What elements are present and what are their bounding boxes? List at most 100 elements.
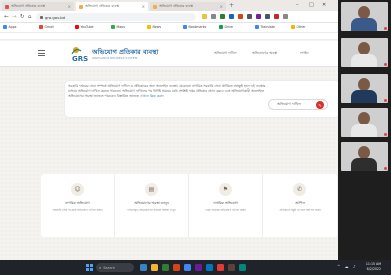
video-call-panel (338, 0, 391, 260)
taskbar-app-icon[interactable] (239, 264, 246, 271)
top-strip (0, 33, 338, 40)
maximize-button[interactable]: □ (309, 1, 314, 9)
extension-icon[interactable] (211, 14, 216, 19)
complaint-icon: ✎ (316, 101, 324, 109)
back-button[interactable]: ← (4, 13, 9, 21)
bookmark-item[interactable]: News (147, 25, 161, 29)
taskbar-app-icon[interactable] (195, 264, 202, 271)
bookmark-label: Apps (8, 25, 17, 29)
extension-icon[interactable] (247, 14, 252, 19)
lock-icon (40, 15, 43, 19)
browser-window: অভিযোগ প্রতিকার ব্যবস্থা × অভিযোগ প্রতিক… (0, 0, 338, 260)
bookmark-icon (147, 25, 151, 29)
taskbar-app-icon[interactable] (217, 264, 224, 271)
bookmark-item[interactable]: Bookmarks (183, 25, 206, 29)
bookmark-icon (75, 25, 79, 29)
service-icon: ✆ (293, 183, 306, 196)
service-desc: দাখিলকৃত অভিযোগের বর্তমান অবস্থা দেখুন (127, 208, 176, 212)
tab-favicon (79, 4, 83, 9)
nav-link-login[interactable]: লগইন (300, 51, 309, 57)
bookmark-item[interactable]: Gmail (39, 25, 54, 29)
taskbar-app-icon[interactable] (173, 264, 180, 271)
extension-icon[interactable] (238, 14, 243, 19)
service-card[interactable]: ▤ অভিযোগের অবস্থা জানুন দাখিলকৃত অভিযোগে… (115, 174, 189, 237)
bookmark-label: Maps (116, 25, 125, 29)
service-card[interactable]: ⚑ দাপ্তরিক অভিযোগ দপ্তর সংক্রান্ত অভিযোগ… (189, 174, 263, 237)
nav-link-submit[interactable]: অভিযোগ দাখিল (214, 51, 237, 57)
service-card[interactable]: ☺ নাগরিক অভিযোগ সরকারি সেবা সংক্রান্ত অভ… (41, 174, 115, 237)
taskbar-app-icon[interactable] (162, 264, 169, 271)
extension-icon[interactable] (274, 14, 279, 19)
close-icon[interactable]: × (140, 4, 145, 9)
taskbar-app-icon[interactable] (140, 264, 147, 271)
bookmark-label: Bookmarks (188, 25, 207, 29)
nav-link-status[interactable]: অভিযোগের অবস্থা (252, 51, 277, 57)
close-icon[interactable]: × (218, 4, 223, 9)
participant-body (351, 158, 377, 171)
participant-body (351, 124, 377, 137)
bookmark-item[interactable]: Maps (111, 25, 125, 29)
forward-button[interactable]: → (12, 13, 17, 21)
site-header: GRS অভিযোগ প্রতিকার ব্যবস্থা GRIEVANCE R… (0, 41, 338, 67)
menu-icon[interactable] (38, 50, 45, 56)
service-icon: ☺ (71, 183, 84, 196)
taskbar-app-icon[interactable] (151, 264, 158, 271)
submit-complaint-button[interactable]: অভিযোগ দাখিল ✎ (268, 99, 328, 110)
bookmark-item[interactable]: Other (291, 25, 306, 29)
intro-paragraph: সরকারি দপ্তরের সেবা সম্পর্কে অভিযোগ দাখি… (68, 84, 266, 98)
participant-tile[interactable] (341, 2, 388, 31)
home-button[interactable]: ⌂ (28, 13, 32, 21)
bookmark-item[interactable]: Apps (3, 25, 16, 29)
logo-text: GRS (72, 55, 88, 63)
tab-grs-2[interactable]: অভিযোগ প্রতিকার ব্যবস্থা × (76, 2, 148, 11)
service-icon: ⚑ (219, 183, 232, 196)
participant-tile[interactable] (341, 74, 388, 103)
service-desc: প্রতিকারে সন্তুষ্ট না হলে আপিল করুন (279, 208, 321, 212)
system-tray-icons[interactable]: ^ ☁ ♪ (337, 264, 357, 269)
url-text: gro.gov.bd (45, 14, 66, 20)
taskbar-app-icon[interactable] (228, 264, 235, 271)
bookmark-label: Drive (224, 25, 234, 29)
participant-tile[interactable] (341, 38, 388, 67)
extension-icon[interactable] (265, 14, 270, 19)
participant-tile[interactable] (341, 142, 388, 171)
tab-bar: অভিযোগ প্রতিকার ব্যবস্থা × অভিযোগ প্রতিক… (0, 0, 338, 11)
extension-icon[interactable] (202, 14, 207, 19)
bookmark-label: News (152, 25, 162, 29)
url-input[interactable]: gro.gov.bd (36, 13, 196, 21)
bookmark-icon (39, 25, 43, 29)
bookmark-icon (219, 25, 223, 29)
bookmark-item[interactable]: Drive (219, 25, 233, 29)
extension-icon[interactable] (229, 14, 234, 19)
bookmark-item[interactable]: Translate (255, 25, 275, 29)
bookmark-icon (255, 25, 259, 29)
minimize-button[interactable]: – (296, 1, 299, 9)
taskbar-app-icon[interactable] (206, 264, 213, 271)
tab-grs-3[interactable]: অভিযোগ প্রতিকার ব্যবস্থা × (150, 2, 226, 11)
submit-complaint-label: অভিযোগ দাখিল (277, 102, 301, 106)
extension-icon[interactable] (283, 14, 288, 19)
extension-icon[interactable] (256, 14, 261, 19)
close-window-button[interactable]: ✕ (322, 1, 326, 9)
tab-grs-1[interactable]: অভিযোগ প্রতিকার ব্যবস্থা × (2, 2, 74, 11)
taskbar-search[interactable]: ⌕ Search (96, 263, 134, 272)
service-card[interactable]: ✆ আপিল প্রতিকারে সন্তুষ্ট না হলে আপিল কর… (263, 174, 337, 237)
mic-muted-icon (384, 167, 387, 170)
participant-body (351, 54, 377, 67)
new-tab-button[interactable]: + (229, 2, 234, 10)
taskbar: ⌕ Search ^ ☁ ♪ 11:15 AM 6/2/2022 (0, 260, 391, 275)
bookmark-icon (3, 25, 7, 29)
mic-muted-icon (384, 133, 387, 136)
bookmark-item[interactable]: YouTube (75, 25, 93, 29)
participant-tile[interactable] (341, 108, 388, 137)
bookmark-icon (183, 25, 187, 29)
reload-button[interactable]: ↻ (20, 13, 25, 21)
start-button[interactable] (86, 264, 93, 271)
clock[interactable]: 11:15 AM 6/2/2022 (366, 262, 381, 272)
extension-icon[interactable] (220, 14, 225, 19)
clock-date: 6/2/2022 (366, 267, 381, 271)
taskbar-app-icon[interactable] (184, 264, 191, 271)
close-icon[interactable]: × (66, 4, 71, 9)
participant-body (351, 18, 377, 31)
intro-link[interactable]: এখানে ক্লিক করুন (140, 94, 164, 98)
